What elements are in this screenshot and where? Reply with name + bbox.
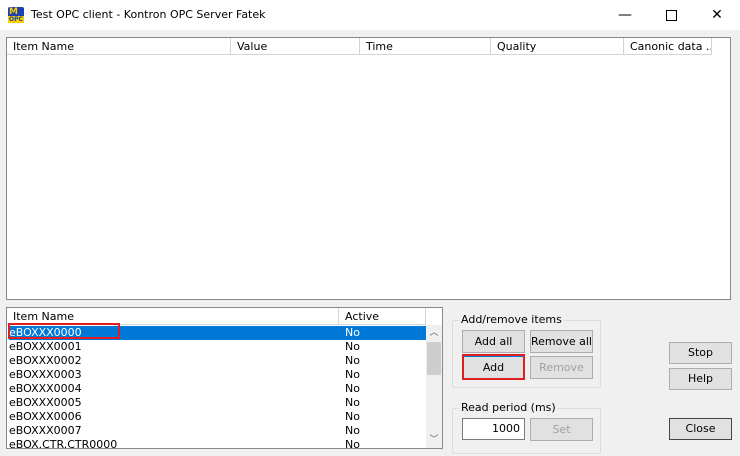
item-name: eBOXXX0001 [9,340,82,353]
item-active: No [345,354,360,367]
remove-all-button[interactable]: Remove all [530,330,593,353]
close-window-button[interactable]: ✕ [694,0,740,30]
minimize-button[interactable]: — [602,0,648,30]
list-item[interactable]: eBOX.CTR.CTR0000 No [9,438,426,449]
item-active: No [345,396,360,409]
scrollbar-thumb[interactable] [427,342,441,375]
item-values-list[interactable]: Item Name Value Time Quality Canonic dat… [6,37,731,300]
scroll-up-icon[interactable]: ︿ [426,325,442,341]
item-active: No [345,340,360,353]
column-header-time[interactable]: Time [360,38,491,55]
item-name: eBOXXX0006 [9,410,82,423]
list-item[interactable]: eBOXXX0003 No [9,368,426,382]
window-title: Test OPC client - Kontron OPC Server Fat… [31,8,266,21]
item-name: eBOXXX0007 [9,424,82,437]
item-name: eBOXXX0005 [9,396,82,409]
item-active: No [345,368,360,381]
stop-button[interactable]: Stop [669,342,732,364]
maximize-icon [665,9,677,21]
scroll-down-icon[interactable]: ﹀ [426,432,442,448]
vertical-scrollbar[interactable]: ︿ ﹀ [426,325,442,448]
list-item[interactable]: eBOXXX0001 No [9,340,426,354]
add-all-button[interactable]: Add all [462,330,525,353]
title-bar: M OPC Test OPC client - Kontron OPC Serve… [0,0,740,30]
close-button[interactable]: Close [669,418,732,440]
item-active: No [345,382,360,395]
column-header-item-name[interactable]: Item Name [7,38,231,55]
column-header-quality[interactable]: Quality [491,38,624,55]
list-item[interactable]: eBOXXX0002 No [9,354,426,368]
set-button[interactable]: Set [530,418,593,441]
item-active: No [345,326,360,339]
read-period-input[interactable]: 1000 [462,418,525,440]
remove-button[interactable]: Remove [530,356,593,379]
list-item[interactable]: eBOXXX0005 No [9,396,426,410]
item-name: eBOXXX0004 [9,382,82,395]
list-item[interactable]: eBOXXX0004 No [9,382,426,396]
column-header-item-name[interactable]: Item Name [7,308,339,325]
item-name: eBOX.CTR.CTR0000 [9,438,118,449]
read-period-group-title: Read period (ms) [459,401,558,414]
column-header-canonic-data[interactable]: Canonic data ... [624,38,712,55]
item-name: eBOXXX0002 [9,354,82,367]
opc-app-icon: M OPC [8,7,24,23]
column-header-active[interactable]: Active [339,308,426,325]
maximize-button[interactable] [648,0,694,30]
item-active: No [345,410,360,423]
item-name: eBOXXX0000 [9,326,82,339]
available-items-list[interactable]: Item Name Active eBOXXX0000 No eBOXXX000… [6,307,443,449]
item-active: No [345,424,360,437]
help-button[interactable]: Help [669,368,732,390]
list-item[interactable]: eBOXXX0007 No [9,424,426,438]
item-active: No [345,438,360,449]
list-item[interactable]: eBOXXX0000 No [9,326,426,340]
add-remove-group-title: Add/remove items [459,313,564,326]
item-name: eBOXXX0003 [9,368,82,381]
column-header-value[interactable]: Value [231,38,360,55]
add-button[interactable]: Add [462,356,525,379]
list-item[interactable]: eBOXXX0006 No [9,410,426,424]
